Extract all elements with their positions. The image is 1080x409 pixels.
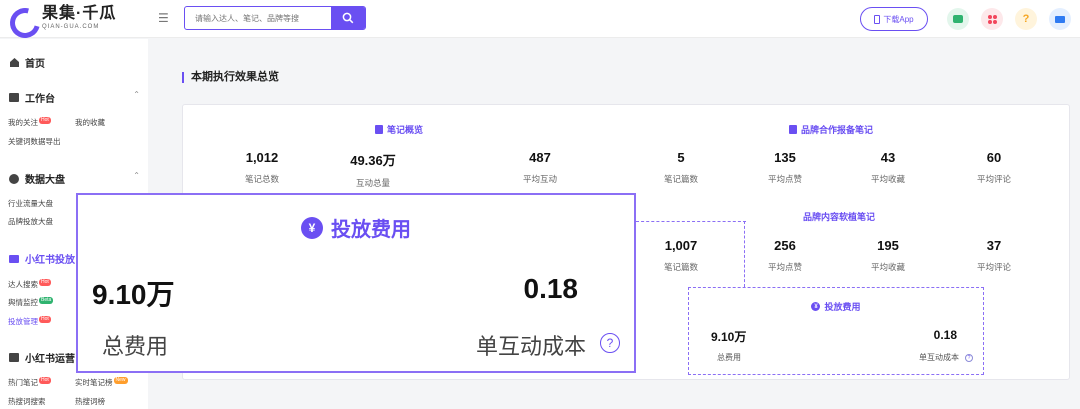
stat-content-comments: 37 平均评论 bbox=[976, 238, 1011, 272]
connector-line bbox=[636, 221, 746, 222]
search-box bbox=[184, 6, 366, 30]
chevron-up-icon[interactable]: ⌃ bbox=[133, 90, 140, 99]
chart-icon bbox=[8, 352, 20, 364]
help-icon[interactable]: ? bbox=[1015, 8, 1037, 30]
logo-text: 果集·千瓜 bbox=[42, 5, 117, 22]
spend-card-small: ¥ 投放费用 9.10万 0.18 总费用 单互动成本 ? bbox=[688, 287, 984, 375]
folder-icon bbox=[8, 253, 20, 265]
beta-badge: Beta bbox=[39, 297, 54, 304]
logo-mark-icon bbox=[8, 6, 38, 30]
spend-unit-label: 单互动成本 bbox=[475, 334, 586, 359]
yen-icon: ¥ bbox=[811, 302, 821, 311]
search-button[interactable] bbox=[331, 7, 365, 29]
hot-badge: Hot bbox=[39, 117, 51, 124]
hot-badge: Hot bbox=[39, 316, 51, 323]
spend-total-value: 9.10万 bbox=[92, 279, 175, 310]
help-icon[interactable]: ? bbox=[600, 333, 620, 353]
download-app-button[interactable]: 下载App bbox=[860, 7, 928, 31]
notes-overview-title: 笔记概览 bbox=[375, 123, 423, 136]
sidebar-item-sentiment-monitor[interactable]: 舆情监控 Beta bbox=[8, 297, 54, 308]
apps-icon[interactable] bbox=[981, 8, 1003, 30]
sidebar-item-my-favorites[interactable]: 我的收藏 bbox=[75, 117, 105, 128]
stat-content-notes: 1,007 笔记篇数 bbox=[663, 238, 698, 272]
spend-total-label-small: 总费用 bbox=[717, 353, 741, 362]
logo-domain: QIAN-GUA.COM bbox=[42, 24, 100, 30]
mail-icon[interactable] bbox=[1049, 8, 1071, 30]
sidebar-item-bigdata[interactable]: 数据大盘 ⌃ bbox=[8, 171, 140, 186]
briefcase-icon[interactable] bbox=[947, 8, 969, 30]
spend-unit-value-small: 0.18 bbox=[933, 328, 957, 342]
page-title: 本期执行效果总览 bbox=[182, 72, 279, 83]
spend-title: ¥ 投放费用 bbox=[78, 213, 634, 242]
search-icon bbox=[342, 12, 354, 24]
menu-toggle-icon[interactable]: ☰ bbox=[158, 12, 170, 24]
logo[interactable]: 果集·千瓜 QIAN-GUA.COM bbox=[8, 5, 117, 31]
stat-coop-comments: 60 平均评论 bbox=[976, 150, 1011, 184]
download-app-label: 下载App bbox=[883, 14, 914, 24]
stat-interaction-avg: 487 平均互动 bbox=[522, 150, 557, 184]
spend-unit-label-small: 单互动成本 bbox=[919, 353, 959, 362]
pie-chart-icon bbox=[8, 173, 20, 185]
stat-coop-notes: 5 笔记篇数 bbox=[663, 150, 698, 184]
sidebar-item-realtime-notes[interactable]: 实时笔记榜 New bbox=[75, 377, 128, 388]
yen-icon: ¥ bbox=[301, 216, 323, 239]
edit-icon bbox=[789, 125, 797, 134]
sidebar-item-my-follow[interactable]: 我的关注 Hot bbox=[8, 117, 51, 128]
brand-coop-title: 品牌合作报备笔记 bbox=[789, 123, 873, 136]
sidebar-item-hot-search[interactable]: 热搜词搜索 bbox=[8, 396, 46, 407]
sidebar-item-influencer-search[interactable]: 达人搜索 Hot bbox=[8, 279, 51, 290]
sidebar-item-brand-launch[interactable]: 品牌投放大盘 bbox=[8, 216, 53, 227]
sidebar-item-workbench[interactable]: 工作台 ⌃ bbox=[8, 90, 140, 105]
sidebar-item-keyword-export[interactable]: 关键词数据导出 bbox=[8, 136, 61, 147]
top-bar: 果集·千瓜 QIAN-GUA.COM ☰ 下载App ? bbox=[0, 0, 1080, 38]
stat-content-favorites: 195 平均收藏 bbox=[870, 238, 905, 272]
help-icon[interactable]: ? bbox=[965, 354, 973, 362]
spend-unit-value: 0.18 bbox=[523, 273, 579, 304]
stat-content-likes: 256 平均点赞 bbox=[767, 238, 802, 272]
sidebar-item-home[interactable]: 首页 bbox=[8, 55, 140, 70]
connector-line bbox=[744, 221, 745, 287]
phone-icon bbox=[874, 14, 881, 24]
document-icon bbox=[375, 125, 383, 134]
sidebar-item-hot-notes[interactable]: 热门笔记 Hot bbox=[8, 377, 51, 388]
hot-badge: Hot bbox=[39, 279, 51, 286]
spend-total-label: 总费用 bbox=[102, 334, 169, 359]
spend-total-value-small: 9.10万 bbox=[711, 330, 747, 344]
brand-content-title: 品牌内容软植笔记 bbox=[803, 212, 876, 222]
stat-interaction-total: 49.36万 互动总量 bbox=[350, 153, 396, 188]
home-icon bbox=[8, 57, 20, 69]
stat-coop-likes: 135 平均点赞 bbox=[767, 150, 802, 184]
workbench-icon bbox=[8, 92, 20, 104]
chevron-up-icon[interactable]: ⌃ bbox=[133, 171, 140, 180]
spend-title-small: ¥ 投放费用 bbox=[689, 300, 983, 313]
sidebar-item-hot-search-rank[interactable]: 热搜词榜 bbox=[75, 396, 105, 407]
new-badge: New bbox=[113, 377, 128, 384]
search-input[interactable] bbox=[185, 7, 333, 29]
spend-card-zoom: ¥ 投放费用 9.10万 0.18 总费用 单互动成本 ? bbox=[76, 193, 636, 373]
stat-coop-favorites: 43 平均收藏 bbox=[870, 150, 905, 184]
stat-notes-total: 1,012 笔记总数 bbox=[244, 150, 279, 184]
sidebar-item-launch-management[interactable]: 投放管理 Hot bbox=[8, 316, 51, 327]
sidebar-item-industry-traffic[interactable]: 行业流量大盘 bbox=[8, 198, 53, 209]
hot-badge: Hot bbox=[39, 377, 51, 384]
